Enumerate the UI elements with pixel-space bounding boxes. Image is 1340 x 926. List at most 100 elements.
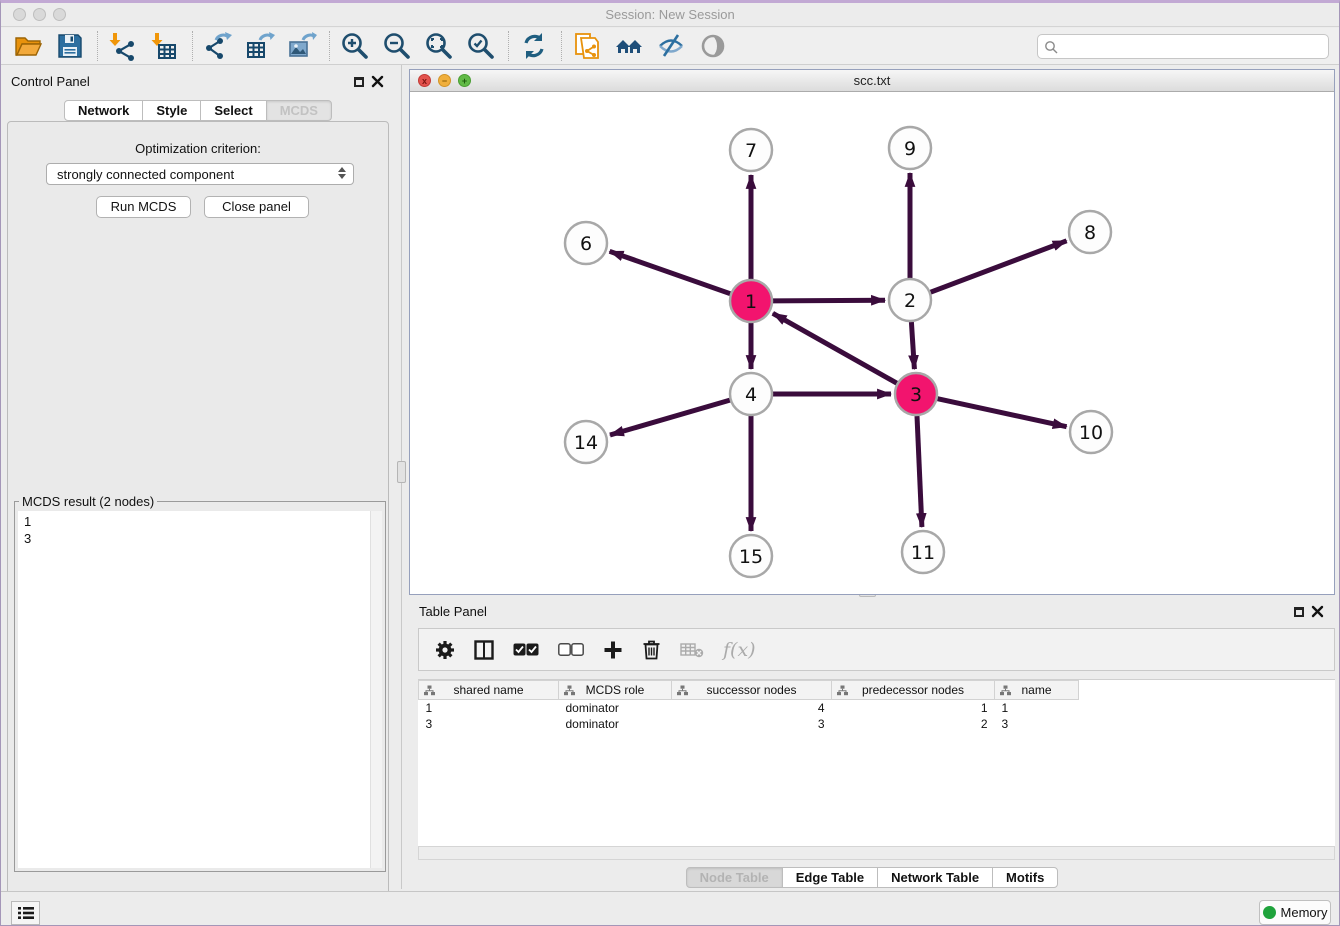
table-toolbar: f(x) (418, 628, 1335, 671)
close-panel-icon[interactable] (371, 75, 385, 89)
column-header-label: successor nodes (706, 683, 796, 697)
memory-button[interactable]: Memory (1259, 900, 1331, 925)
control-tab-select[interactable]: Select (200, 100, 266, 121)
table-cell[interactable]: 4 (672, 700, 832, 716)
svg-text:6: 6 (580, 233, 592, 255)
table-cell[interactable]: 3 (419, 716, 559, 732)
table-cell[interactable]: dominator (559, 700, 672, 716)
column-header-predecessor-nodes[interactable]: predecessor nodes (832, 681, 995, 700)
node-8[interactable]: 8 (1069, 211, 1111, 253)
duplicate-network-icon[interactable] (570, 29, 604, 63)
column-header-name[interactable]: name (995, 681, 1079, 700)
import-table-icon[interactable] (148, 29, 182, 63)
export-table-icon[interactable] (243, 29, 277, 63)
run-mcds-button[interactable]: Run MCDS (96, 196, 191, 218)
edge-1-6[interactable] (610, 251, 731, 293)
table-panel-header: Table Panel (409, 601, 1335, 623)
node-2[interactable]: 2 (889, 279, 931, 321)
zoom-fit-icon[interactable] (422, 29, 456, 63)
zoom-in-icon[interactable] (338, 29, 372, 63)
control-tab-network[interactable]: Network (64, 100, 143, 121)
column-namespace-icon (424, 685, 435, 696)
edge-1-2[interactable] (773, 300, 885, 301)
node-10[interactable]: 10 (1070, 411, 1112, 453)
gear-icon[interactable] (435, 640, 455, 660)
toolbar-separator (329, 31, 330, 61)
node-11[interactable]: 11 (902, 531, 944, 573)
table-tab-edge-table[interactable]: Edge Table (782, 867, 878, 888)
select-all-columns-icon[interactable] (513, 643, 539, 656)
edge-4-14[interactable] (610, 400, 730, 435)
table-cell[interactable]: 2 (832, 716, 995, 732)
close-table-panel-icon[interactable] (1311, 605, 1325, 619)
import-network-icon[interactable] (106, 29, 140, 63)
table-cell[interactable]: dominator (559, 716, 672, 732)
unselect-all-columns-icon[interactable] (558, 643, 584, 656)
network-window-titlebar[interactable]: x − + scc.txt (410, 70, 1334, 92)
delete-table-icon (680, 642, 704, 658)
close-panel-button[interactable]: Close panel (204, 196, 309, 218)
control-tab-style[interactable]: Style (142, 100, 201, 121)
table-tab-network-table[interactable]: Network Table (877, 867, 993, 888)
column-header-shared-name[interactable]: shared name (419, 681, 559, 700)
control-panel: Control Panel NetworkStyleSelectMCDS Opt… (1, 65, 395, 889)
table-tab-node-table[interactable]: Node Table (686, 867, 783, 888)
export-network-icon[interactable] (201, 29, 235, 63)
column-header-MCDS-role[interactable]: MCDS role (559, 681, 672, 700)
float-panel-icon[interactable] (354, 77, 364, 87)
search-field[interactable] (1037, 34, 1329, 59)
node-1[interactable]: 1 (730, 280, 772, 322)
save-session-icon[interactable] (53, 29, 87, 63)
search-input[interactable] (1062, 39, 1322, 54)
table-cell[interactable]: 1 (832, 700, 995, 716)
add-column-icon[interactable] (603, 640, 623, 660)
table-cell[interactable]: 3 (995, 716, 1079, 732)
table-row[interactable]: 3dominator323 (419, 716, 1079, 732)
edge-3-11[interactable] (917, 416, 922, 527)
table-row[interactable]: 1dominator411 (419, 700, 1079, 716)
open-session-icon[interactable] (11, 29, 45, 63)
control-tab-mcds[interactable]: MCDS (266, 100, 332, 121)
node-9[interactable]: 9 (889, 127, 931, 169)
delete-column-icon[interactable] (642, 639, 661, 660)
first-neighbors-icon[interactable] (612, 29, 646, 63)
criterion-dropdown-value: strongly connected component (57, 167, 234, 182)
mcds-result-textarea[interactable]: 13 (18, 511, 382, 868)
node-6[interactable]: 6 (565, 222, 607, 264)
table-tab-motifs[interactable]: Motifs (992, 867, 1058, 888)
application-window: Session: New Session (0, 0, 1340, 926)
table-header-row: shared name MCDS role successor nodes prede… (419, 681, 1079, 700)
column-view-icon[interactable] (474, 640, 494, 660)
node-7[interactable]: 7 (730, 129, 772, 171)
vertical-splitter-handle[interactable] (397, 461, 406, 483)
hide-selected-icon[interactable] (654, 29, 688, 63)
edge-3-10[interactable] (938, 399, 1067, 427)
zoom-out-icon[interactable] (380, 29, 414, 63)
node-4[interactable]: 4 (730, 373, 772, 415)
node-3[interactable]: 3 (895, 373, 937, 415)
svg-text:10: 10 (1079, 422, 1103, 444)
float-table-panel-icon[interactable] (1294, 607, 1304, 617)
table-cell[interactable]: 3 (672, 716, 832, 732)
column-header-successor-nodes[interactable]: successor nodes (672, 681, 832, 700)
node-14[interactable]: 14 (565, 421, 607, 463)
network-canvas[interactable]: 7 9 6 8 1 2 4 3 14 10 15 11 (410, 92, 1334, 594)
node-15[interactable]: 15 (730, 535, 772, 577)
svg-text:11: 11 (911, 542, 935, 564)
edge-3-1[interactable] (773, 313, 897, 383)
show-all-icon[interactable] (696, 29, 730, 63)
table-horizontal-scrollbar[interactable] (418, 846, 1335, 860)
criterion-dropdown[interactable]: strongly connected component (46, 163, 354, 185)
table-cell[interactable]: 1 (995, 700, 1079, 716)
table-cell[interactable]: 1 (419, 700, 559, 716)
edge-2-8[interactable] (931, 241, 1067, 292)
zoom-selected-icon[interactable] (464, 29, 498, 63)
result-scrollbar[interactable] (370, 511, 382, 868)
toolbar-separator (561, 31, 562, 61)
column-header-label: shared name (453, 683, 523, 697)
export-image-icon[interactable] (285, 29, 319, 63)
refresh-icon[interactable] (517, 29, 551, 63)
svg-text:2: 2 (904, 290, 916, 312)
automation-panel-button[interactable] (11, 901, 40, 925)
edge-2-3[interactable] (911, 322, 914, 369)
